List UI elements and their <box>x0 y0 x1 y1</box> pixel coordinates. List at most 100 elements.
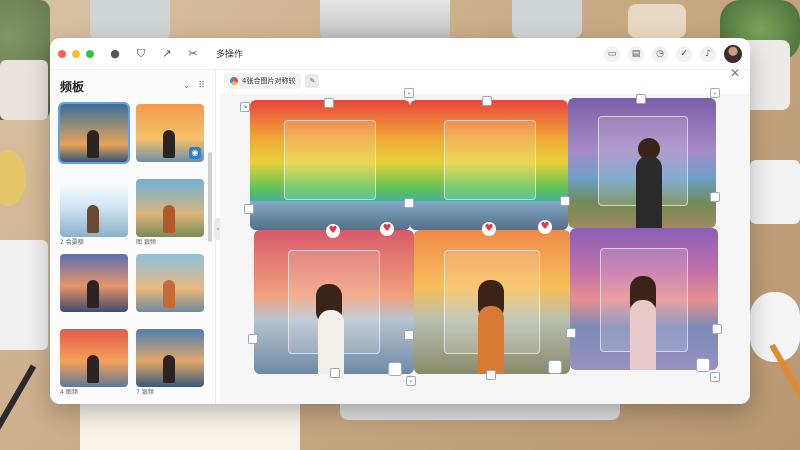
tab-bar: 4张合图片对称较 ✎ <box>220 70 750 92</box>
resize-handle[interactable] <box>324 98 334 108</box>
thumbnail-item[interactable]: ◉ <box>136 104 204 173</box>
minimize-window-button[interactable] <box>72 49 80 58</box>
person-figure <box>87 205 100 233</box>
traffic-lights <box>58 49 94 58</box>
thumbnail-image[interactable] <box>60 179 128 237</box>
resize-handle[interactable] <box>710 192 720 202</box>
photo-tile[interactable] <box>570 228 718 370</box>
thumbnail-label: 4 图频 <box>60 389 78 396</box>
thumbnail-label: 2 会要额 <box>60 239 84 246</box>
thumbnail-grid: ◉ 2 会要额 图 银频 4 图频 7 银频 <box>50 102 215 400</box>
sidebar-tools: ⌄ ⠿ <box>183 81 205 91</box>
person-figure <box>163 280 176 308</box>
heart-icon[interactable]: ♥ <box>326 224 340 238</box>
thumbnail-image[interactable] <box>60 254 128 312</box>
resize-handle[interactable]: ↘ <box>240 102 250 112</box>
image-icon[interactable] <box>548 360 562 374</box>
resize-handle[interactable] <box>566 328 576 338</box>
share-icon[interactable]: ↗ <box>160 47 174 61</box>
clock-icon[interactable]: ◷ <box>652 45 668 62</box>
sidebar-title: 频板 <box>60 79 85 94</box>
sidebar-scrollbar[interactable] <box>208 152 212 242</box>
person-figure <box>87 355 100 383</box>
resize-handle[interactable] <box>712 324 722 334</box>
tab-active[interactable]: 4张合图片对称较 <box>224 73 302 89</box>
photo-tile[interactable] <box>568 98 716 228</box>
pencil-cup <box>90 0 170 40</box>
thumbnail-image[interactable] <box>136 254 204 312</box>
thumbnail-item[interactable] <box>58 102 130 173</box>
crop-frame[interactable] <box>284 120 376 200</box>
avatar[interactable] <box>724 44 742 63</box>
pencil-cup <box>512 0 582 38</box>
zoom-window-button[interactable] <box>86 49 94 58</box>
color-swatch-paper <box>80 402 300 450</box>
thumbnail-image[interactable] <box>58 102 130 164</box>
person-figure <box>163 130 176 158</box>
keyboard <box>750 160 800 224</box>
photo-tile[interactable] <box>414 230 570 374</box>
app-logo-icon <box>230 77 238 85</box>
tape-roll <box>0 150 26 206</box>
resize-handle[interactable] <box>482 96 492 106</box>
image-icon[interactable] <box>388 362 402 376</box>
person-figure <box>163 205 176 233</box>
toolbar-right: ▭ ▤ ◷ ✓ ♪ <box>604 44 742 63</box>
thumbnail-label <box>136 163 204 173</box>
heart-icon[interactable]: ♥ <box>538 220 552 234</box>
document-icon[interactable]: ▤ <box>628 45 644 62</box>
chevron-down-icon[interactable]: ⌄ <box>183 81 191 91</box>
pen <box>0 364 37 446</box>
edit-icon[interactable]: ✎ <box>305 74 320 88</box>
camera-icon[interactable]: ◉ <box>189 147 201 159</box>
thumbnail-image[interactable] <box>60 329 128 387</box>
heart-icon[interactable]: ♥ <box>380 222 394 236</box>
thumbnail-label <box>60 313 128 323</box>
thumbnail-image[interactable]: ◉ <box>136 104 204 162</box>
close-icon[interactable]: ✕ <box>730 66 740 80</box>
thumbnail-image[interactable] <box>136 329 204 387</box>
layout-icon[interactable]: ▭ <box>604 45 620 62</box>
thumbnail-item[interactable]: 4 图频 <box>60 329 128 398</box>
thumbnail-item[interactable]: 7 银频 <box>136 329 204 398</box>
thumbnail-label <box>60 163 128 173</box>
thumbnail-label <box>136 313 204 323</box>
bell-icon[interactable]: ♪ <box>700 45 716 62</box>
image-icon[interactable] <box>696 358 710 372</box>
window-title: 多操作 <box>216 50 244 60</box>
shield-icon[interactable]: ⛉ <box>134 47 148 61</box>
resize-handle[interactable]: ⌄ <box>710 88 720 98</box>
sidebar-header: 频板 ⌄ ⠿ <box>50 70 215 102</box>
sidebar-dot-icon[interactable]: ● <box>108 47 122 61</box>
scissors-icon[interactable]: ✂ <box>186 47 200 61</box>
check-icon[interactable]: ✓ <box>676 45 692 62</box>
resize-handle[interactable] <box>560 196 570 206</box>
thumbnail-image[interactable] <box>136 179 204 237</box>
thumbnail-item[interactable]: 图 银频 <box>136 179 204 248</box>
grid-icon[interactable]: ⠿ <box>198 81 205 91</box>
resize-handle[interactable] <box>248 334 258 344</box>
thumbnail-item[interactable] <box>136 254 204 323</box>
resize-handle[interactable] <box>404 198 414 208</box>
resize-handle[interactable] <box>330 368 340 378</box>
photo-tile[interactable] <box>254 230 414 374</box>
crop-frame[interactable] <box>444 120 536 200</box>
person-figure <box>636 156 662 228</box>
resize-handle[interactable] <box>244 204 254 214</box>
resize-handle[interactable]: ⌄ <box>710 372 720 382</box>
resize-handle[interactable] <box>404 330 414 340</box>
thumbnail-item[interactable]: 2 会要额 <box>60 179 128 248</box>
resize-handle[interactable] <box>636 94 646 104</box>
close-window-button[interactable] <box>58 49 66 58</box>
resize-handle[interactable]: ⌄ <box>406 376 416 386</box>
thumbnail-item[interactable] <box>60 254 128 323</box>
resize-handle[interactable]: ⌄ <box>404 88 414 98</box>
heart-icon[interactable]: ♥ <box>482 222 496 236</box>
sidebar: 频板 ⌄ ⠿ ◉ 2 会要额 图 银频 4 图频 7 银频 <box>50 70 216 404</box>
photo-tile[interactable] <box>410 100 568 230</box>
photo-tile[interactable] <box>250 100 410 230</box>
resize-handle[interactable] <box>486 370 496 380</box>
calculator <box>0 240 48 350</box>
person-figure <box>630 300 656 370</box>
person-figure <box>87 130 100 158</box>
